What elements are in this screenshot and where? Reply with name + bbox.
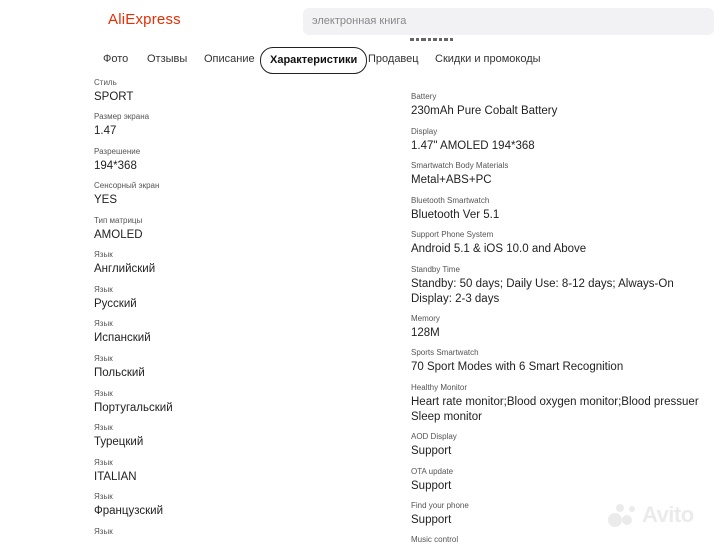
spec-value: 1.47	[94, 125, 117, 137]
spec-item: Support Phone System Android 5.1 & iOS 1…	[411, 230, 711, 256]
spec-label: Sports Smartwatch	[411, 348, 479, 357]
spec-item: Smartwatch Body Materials Metal+ABS+PC	[411, 161, 711, 187]
spec-item: Язык Испанский	[94, 319, 394, 345]
spec-label: Тип матрицы	[94, 216, 143, 225]
spec-label: Язык	[94, 527, 113, 536]
spec-label: Размер экрана	[94, 112, 150, 121]
tab-discounts[interactable]: Скидки и промокоды	[435, 53, 541, 65]
spec-label: Healthy Monitor	[411, 383, 468, 392]
spec-label: Язык	[94, 389, 113, 398]
search-input[interactable]: электронная книга	[303, 8, 714, 35]
spec-label: Bluetooth Smartwatch	[411, 196, 490, 205]
scrolled-content-peek	[410, 34, 470, 48]
top-header: AliExpress электронная книга	[0, 0, 714, 42]
spec-item: Standby Time Standby: 50 days; Daily Use…	[411, 265, 711, 307]
spec-item: AOD Display Support	[411, 432, 711, 458]
spec-value: Польский	[94, 367, 145, 379]
spec-item: Разрешение 194*368	[94, 147, 394, 173]
spec-value: Android 5.1 & iOS 10.0 and Above	[411, 243, 587, 255]
spec-value: 194*368	[94, 160, 137, 172]
spec-label: Язык	[94, 458, 113, 467]
avito-watermark-text: Avito	[642, 502, 694, 527]
spec-label: OTA update	[411, 467, 454, 476]
spec-value: 128M	[411, 327, 440, 339]
spec-item: Язык Португальский	[94, 389, 394, 415]
spec-value: 230mAh Pure Cobalt Battery	[411, 105, 558, 117]
spec-value: Испанский	[94, 332, 151, 344]
spec-item: Язык Английский	[94, 250, 394, 276]
spec-item: Язык	[94, 527, 394, 539]
spec-item: Bluetooth Smartwatch Bluetooth Ver 5.1	[411, 196, 711, 222]
spec-value: YES	[94, 194, 118, 206]
spec-item: Язык Французский	[94, 492, 394, 518]
aliexpress-logo[interactable]: AliExpress	[108, 11, 181, 28]
product-tabs: Фото Отзывы Описание Характеристики Прод…	[0, 47, 714, 74]
spec-label: Стиль	[94, 78, 117, 87]
spec-item: Sports Smartwatch 70 Sport Modes with 6 …	[411, 348, 711, 374]
spec-label: Music control	[411, 535, 459, 544]
spec-value: Metal+ABS+PC	[411, 174, 492, 186]
spec-item: Сенсорный экран YES	[94, 181, 394, 207]
spec-label: Support Phone System	[411, 230, 494, 239]
spec-label: Standby Time	[411, 265, 460, 274]
spec-label: Язык	[94, 250, 113, 259]
spec-value: ITALIAN	[94, 471, 137, 483]
spec-label: Язык	[94, 285, 113, 294]
spec-label: Язык	[94, 492, 113, 501]
spec-item: OTA update Support	[411, 467, 711, 493]
spec-value: Bluetooth Ver 5.1	[411, 209, 500, 221]
avito-watermark: Avito	[606, 500, 710, 530]
spec-item: Язык ITALIAN	[94, 458, 394, 484]
spec-value: Русский	[94, 298, 137, 310]
tab-characteristics[interactable]: Характеристики	[260, 47, 368, 74]
spec-item: Display 1.47" AMOLED 194*368	[411, 127, 711, 153]
partial-text-icon	[410, 38, 453, 41]
spec-label: Battery	[411, 92, 437, 101]
spec-value: 1.47" AMOLED 194*368	[411, 140, 535, 152]
spec-item: Стиль SPORT	[94, 78, 394, 104]
spec-item: Язык Польский	[94, 354, 394, 380]
spec-label: Memory	[411, 314, 440, 323]
spec-label: Display	[411, 127, 438, 136]
spec-item: Memory 128M	[411, 314, 711, 340]
spec-value: Французский	[94, 505, 163, 517]
spec-item: Battery 230mAh Pure Cobalt Battery	[411, 92, 711, 118]
search-placeholder: электронная книга	[312, 15, 407, 27]
spec-value: Heart rate monitor;Blood oxygen monitor;…	[411, 396, 699, 423]
spec-item: Тип матрицы AMOLED	[94, 216, 394, 242]
spec-item: Music control	[411, 535, 711, 547]
spec-value: AMOLED	[94, 229, 143, 241]
spec-item: Healthy Monitor Heart rate monitor;Blood…	[411, 383, 701, 425]
spec-label: Язык	[94, 354, 113, 363]
tab-reviews[interactable]: Отзывы	[147, 53, 187, 65]
spec-value: Support	[411, 445, 452, 457]
spec-label: Разрешение	[94, 147, 141, 156]
spec-label: Сенсорный экран	[94, 181, 160, 190]
spec-value: Английский	[94, 263, 156, 275]
spec-label: Smartwatch Body Materials	[411, 161, 509, 170]
spec-label: Язык	[94, 423, 113, 432]
spec-value: Standby: 50 days; Daily Use: 8-12 days; …	[411, 278, 674, 305]
spec-value: Турецкий	[94, 436, 144, 448]
spec-item: Размер экрана 1.47	[94, 112, 394, 138]
spec-label: AOD Display	[411, 432, 457, 441]
spec-value: SPORT	[94, 91, 134, 103]
avito-dots-icon	[608, 504, 635, 527]
spec-value: Португальский	[94, 402, 173, 414]
spec-item: Язык Турецкий	[94, 423, 394, 449]
spec-label: Язык	[94, 319, 113, 328]
tab-seller[interactable]: Продавец	[368, 53, 419, 65]
spec-item: Язык Русский	[94, 285, 394, 311]
spec-value: 70 Sport Modes with 6 Smart Recognition	[411, 361, 624, 373]
tab-description[interactable]: Описание	[204, 53, 255, 65]
spec-value: Support	[411, 480, 452, 492]
tab-photo[interactable]: Фото	[103, 53, 128, 65]
